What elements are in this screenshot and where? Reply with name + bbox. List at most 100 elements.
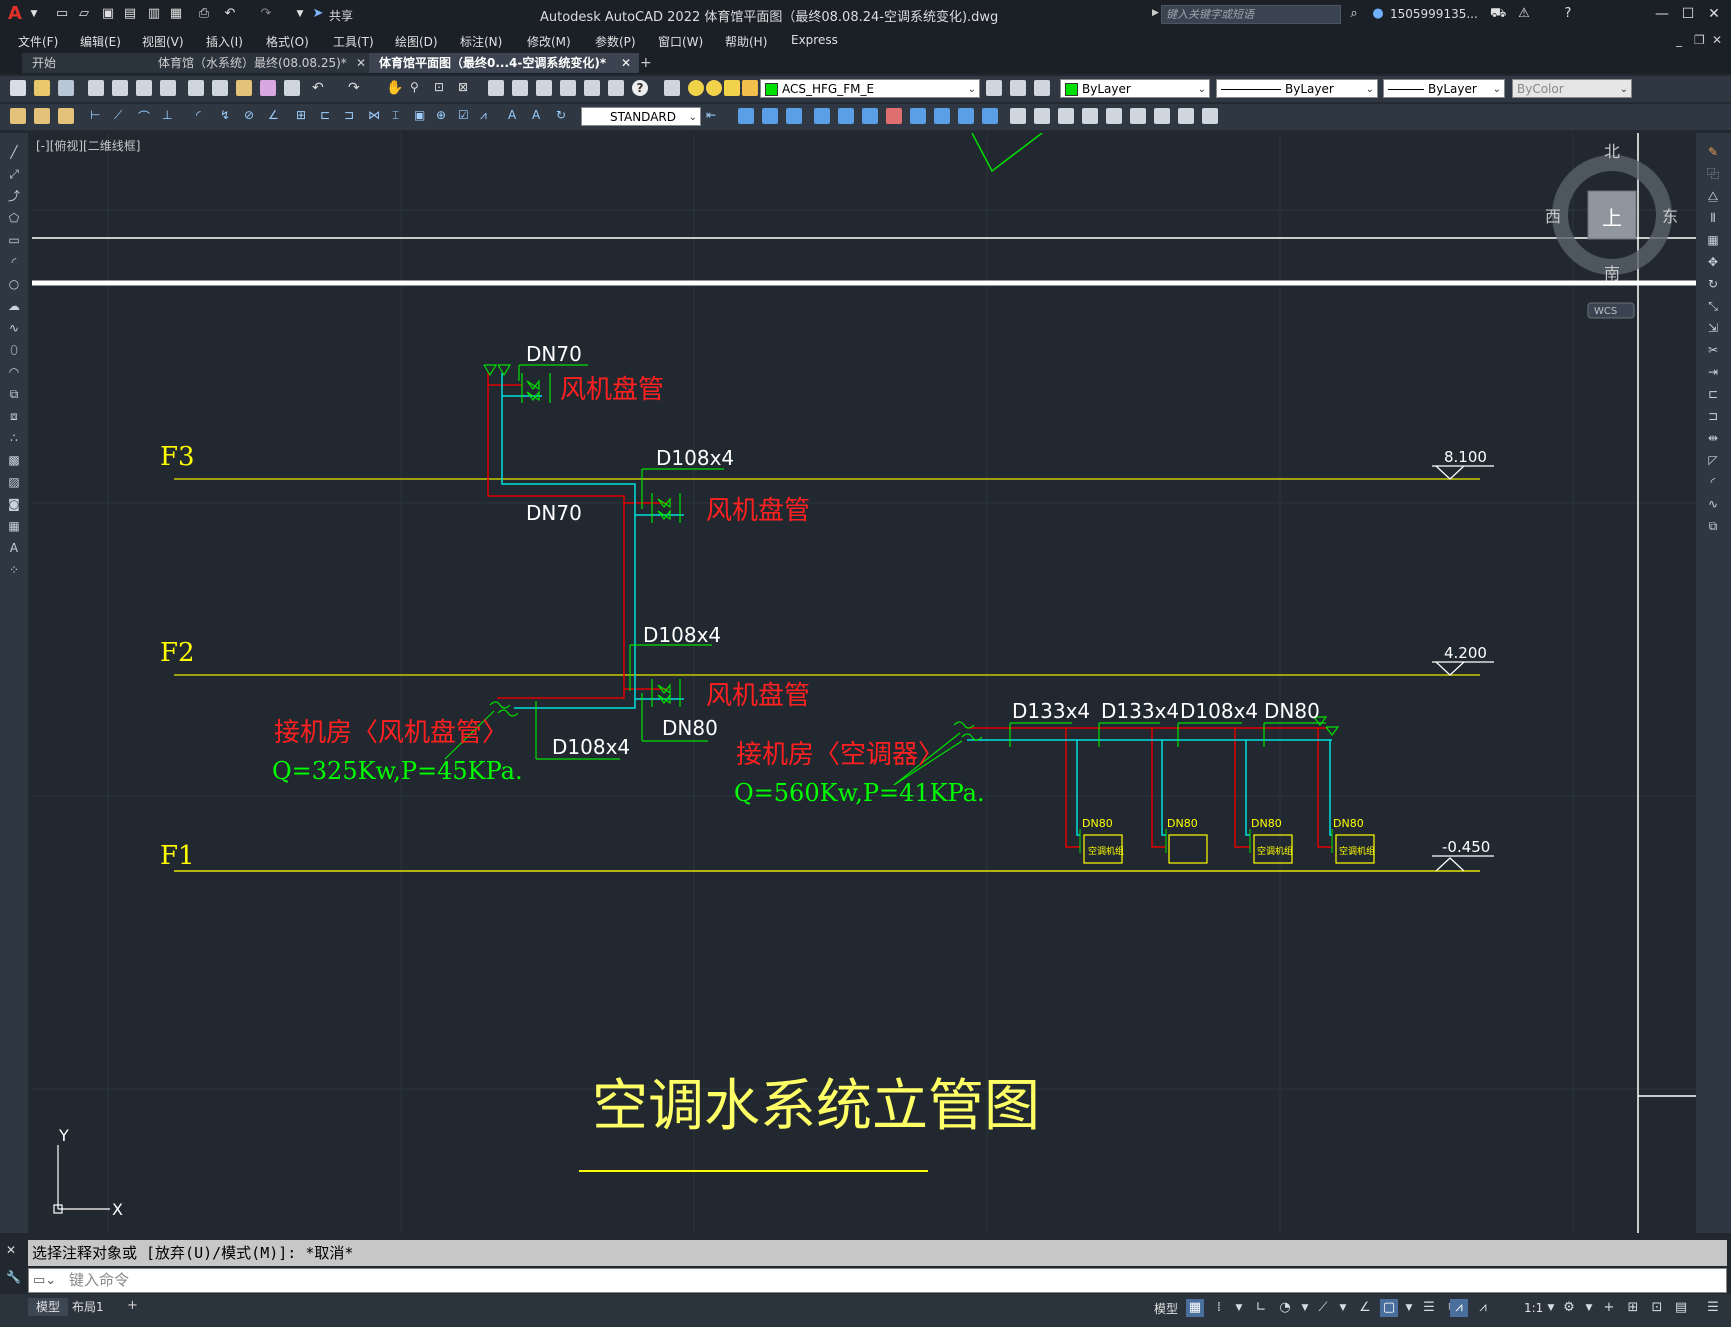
command-prompt-icon[interactable]: ▭⌄ [33,1269,56,1292]
dim-update-icon[interactable]: ↻ [556,108,572,124]
align-3d-icon[interactable] [862,108,878,124]
dimstyle-dropdown[interactable]: STANDARD ⌄ [581,107,701,126]
plotstyle-dropdown[interactable]: ByColor ⌄ [1512,79,1632,98]
menu-parametric[interactable]: 参数(P) [595,33,636,50]
sheet-set-icon[interactable] [560,80,576,96]
tab-layout1[interactable]: 布局1 [64,1298,112,1316]
workspace-chevron-icon[interactable]: ▼ [1580,1299,1598,1317]
construction-line-icon[interactable]: ⤢ [7,167,21,181]
solid-edit-icon[interactable] [1082,108,1098,124]
layer-properties-icon[interactable] [664,80,680,96]
ellipse-icon[interactable]: ⬯ [7,343,21,357]
menu-tools[interactable]: 工具(T) [333,33,374,50]
fillet-icon[interactable]: ◜ [1706,475,1720,489]
spline-icon[interactable]: ∿ [7,321,21,335]
quick-dim-icon[interactable]: ⊞ [296,108,312,124]
copy-icon[interactable] [212,80,228,96]
break-point-icon[interactable]: ⊏ [1706,387,1720,401]
dim-jogged-icon[interactable]: ↯ [220,108,236,124]
dim-angular-icon[interactable]: ∠ [268,108,284,124]
camera-icon[interactable] [1178,108,1194,124]
share-label[interactable]: 共享 [329,7,353,24]
slice-icon[interactable] [982,108,998,124]
open-file-icon[interactable]: ▱ [76,6,92,22]
polar-chevron-icon[interactable]: ▼ [1296,1299,1314,1317]
pan-icon[interactable]: ✋ [386,80,403,96]
add-layout-icon[interactable]: + [127,1298,138,1313]
dim-arc-icon[interactable]: ⌒ [138,108,154,124]
polar-icon[interactable]: ◔ [1276,1299,1294,1317]
tab-floor-plan[interactable]: 体育馆平面图（最终0...4-空调系统变化)* ✕ [369,53,639,73]
zoom-previous-icon[interactable]: ⊠ [458,80,474,96]
object-snap-icon[interactable]: ▢ [1380,1299,1398,1317]
menu-insert[interactable]: 插入(I) [206,33,243,50]
undo-icon[interactable]: ↶ [222,6,238,22]
qnew-icon[interactable] [10,80,26,96]
join-icon[interactable]: ⇹ [1706,431,1720,445]
doc-restore-button[interactable]: ❐ [1694,33,1705,47]
polygon-icon[interactable]: ⬠ [7,211,21,225]
array-icon[interactable]: ▦ [1706,233,1720,247]
make-current-icon[interactable] [986,80,1002,96]
maximize-button[interactable]: ☐ [1676,4,1700,24]
undo-toolbar-icon[interactable]: ↶ [312,80,328,96]
dim-linear-icon[interactable]: ⊢ [90,108,106,124]
section-icon[interactable] [1010,108,1026,124]
doc-minimize-button[interactable]: _ [1676,33,1682,47]
block-insert-icon[interactable] [10,108,26,124]
break-icon[interactable]: ⊐ [1706,409,1720,423]
tab-model[interactable]: 模型 [28,1298,69,1316]
lineweight-toggle-icon[interactable]: ☰ [1420,1299,1438,1317]
search-icon[interactable]: ⌕ [1346,6,1362,22]
3d-subtract-icon[interactable] [786,108,802,124]
doc-close-button[interactable]: ✕ [1712,33,1722,47]
help-toolbar-icon[interactable]: ? [632,80,648,96]
block-write-icon[interactable] [58,108,74,124]
array-3d-icon[interactable] [910,108,926,124]
inspection-icon[interactable]: ☑ [458,108,474,124]
app-menu-chevron-icon[interactable]: ▼ [26,6,42,22]
search-input[interactable]: 键入关键字或短语 [1161,5,1341,24]
viewcube[interactable]: 上 北 南 西 东 WCS [1545,142,1678,319]
hatch-icon[interactable]: ▩ [7,453,21,467]
circle-icon[interactable]: ○ [7,277,21,291]
dim-break-icon[interactable]: ⌶ [392,108,408,124]
object-snap-chevron-icon[interactable]: ▼ [1400,1299,1418,1317]
dim-baseline-icon[interactable]: ⊏ [320,108,336,124]
layer-lock-icon[interactable] [742,80,758,96]
revolve-icon[interactable] [958,108,974,124]
move-3d-icon[interactable] [814,108,830,124]
menu-draw[interactable]: 绘图(D) [395,33,438,50]
cart-icon[interactable]: ⛟ [1490,6,1506,22]
center-mark-icon[interactable]: ⊕ [436,108,452,124]
quick-properties-icon[interactable]: ⊡ [1648,1299,1666,1317]
ahu-unit-4[interactable]: DN80 空调机组 [1331,817,1375,864]
chamfer-icon[interactable]: ◸ [1706,453,1720,467]
line-icon[interactable]: ╱ [7,145,21,159]
dim-space-icon[interactable]: ⋈ [368,108,384,124]
erase-icon[interactable]: ✎ [1706,145,1720,159]
user-icon[interactable]: ● [1370,6,1386,22]
share-icon[interactable]: ➤ [310,6,326,22]
ahu-unit-3[interactable]: DN80 空调机组 [1249,817,1293,864]
menu-edit[interactable]: 编辑(E) [80,33,121,50]
save-as-icon[interactable]: ▤ [122,6,138,22]
extend-icon[interactable]: ⇥ [1706,365,1720,379]
dim-text-edit-icon[interactable]: A [532,108,548,124]
scale-icon[interactable]: ⤡ [1706,299,1720,313]
copy-object-icon[interactable]: ⿻ [1706,167,1720,181]
menu-view[interactable]: 视图(V) [142,33,184,50]
auto-scale-icon[interactable]: ⩘ [1474,1299,1492,1317]
command-settings-icon[interactable]: 🔧 [6,1270,21,1284]
explode-icon[interactable]: ⧉ [1706,519,1720,533]
extrude-icon[interactable] [934,108,950,124]
close-icon[interactable]: ✕ [621,53,631,73]
layer-match-icon[interactable] [1034,80,1050,96]
publish-icon[interactable] [136,80,152,96]
ahu-unit-1[interactable]: DN80 空调机组 [1079,817,1124,864]
layer-previous-icon[interactable] [1010,80,1026,96]
plot-toolbar-icon[interactable] [88,80,104,96]
color-dropdown[interactable]: ByLayer ⌄ [1060,79,1210,98]
help-icon[interactable]: ? [1560,6,1576,22]
viewcube-east[interactable]: 东 [1662,207,1678,226]
